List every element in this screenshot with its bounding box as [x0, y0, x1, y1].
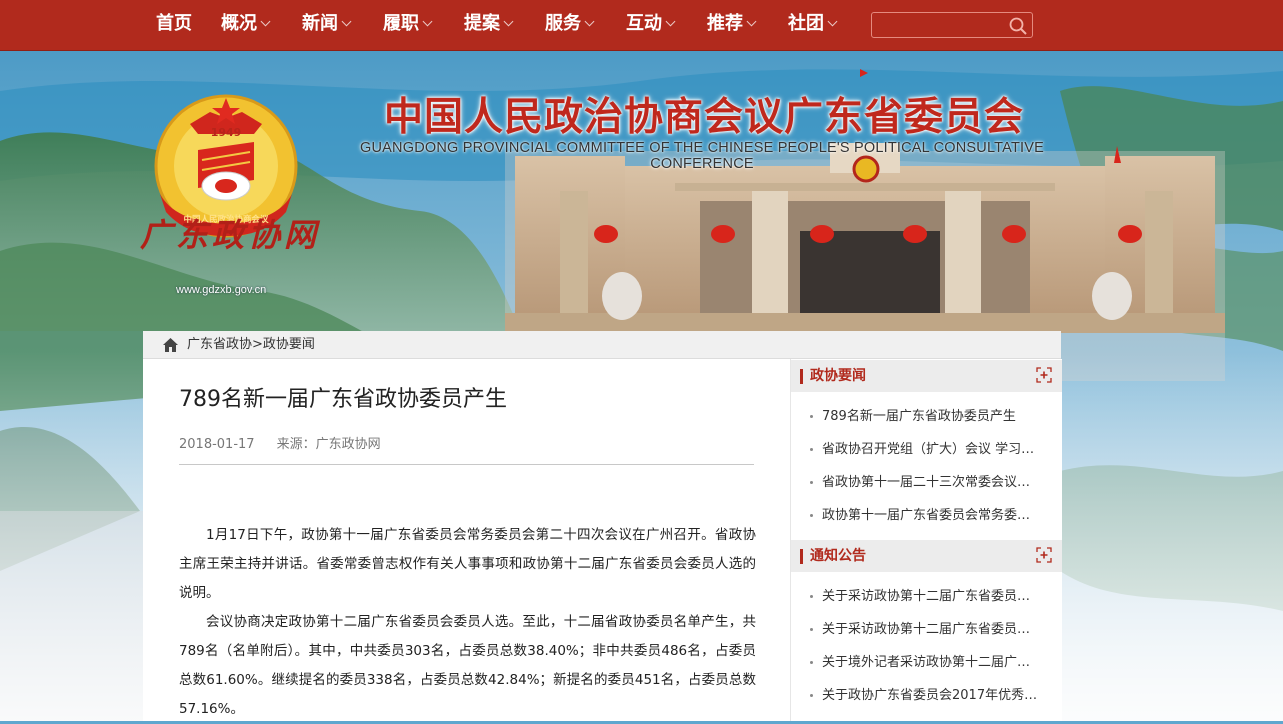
list-item-text: 关于政协广东省委员会2017年优秀… [822, 688, 1038, 703]
nav-item-news[interactable]: 新闻 [302, 0, 352, 50]
nav-label: 提案 [464, 13, 500, 34]
nav-label: 新闻 [302, 13, 338, 34]
nav-label: 服务 [545, 13, 581, 34]
chevron-down-icon [422, 16, 433, 27]
sidebar-news-item[interactable]: 省政协召开党组（扩大）会议 学习… [791, 433, 1062, 466]
chevron-down-icon [827, 16, 838, 27]
nav-item-proposals[interactable]: 提案 [464, 0, 514, 50]
list-item-text: 关于采访政协第十二届广东省委员… [822, 589, 1031, 604]
nav-label: 互动 [626, 13, 662, 34]
bullet-dot [810, 661, 813, 664]
section-accent-bar [800, 369, 803, 384]
list-item-text: 关于境外记者采访政协第十二届广… [822, 655, 1031, 670]
breadcrumb: 广东省政协>政协要闻 [143, 331, 1061, 359]
nav-item-home[interactable]: 首页 [156, 0, 192, 50]
list-item-text: 省政协第十一届二十三次常委会议… [822, 475, 1031, 490]
sidebar-news-item[interactable]: 省政协第十一届二十三次常委会议… [791, 466, 1062, 499]
sidebar-news-item[interactable]: 政协第十一届广东省委员会常务委… [791, 499, 1062, 532]
banner-title-cn: 中国人民政治协商会议广东省委员会 [383, 94, 1024, 140]
nav-label: 社团 [788, 13, 824, 34]
article-title: 789名新一届广东省政协委员产生 [179, 387, 507, 412]
article-paragraph: 1月17日下午，政协第十一届广东省委员会常务委员会第二十四次会议在广州召开。省政… [179, 527, 756, 601]
search-box [871, 12, 1033, 38]
sidebar-section-header-notices: 通知公告 [791, 540, 1062, 572]
list-item-text: 省政协召开党组（扩大）会议 学习… [822, 442, 1035, 457]
top-nav-bar: 首页 概况 新闻 履职 提案 服务 互动 推荐 社团 [0, 0, 1283, 51]
sidebar-section-header-news: 政协要闻 [791, 360, 1062, 392]
sidebar-notice-item[interactable]: 关于政协广东省委员会2017年优秀… [791, 679, 1062, 712]
article-meta: 2018-01-17 来源：广东政协网 [179, 433, 403, 452]
expand-plus-icon[interactable] [1036, 547, 1052, 563]
nav-label: 首页 [156, 13, 192, 34]
bullet-dot [810, 448, 813, 451]
sidebar-section-title: 通知公告 [810, 548, 866, 564]
bullet-dot [810, 415, 813, 418]
bullet-dot [810, 628, 813, 631]
nav-item-duties[interactable]: 履职 [383, 0, 433, 50]
site-logo-text: 广东政协网 [140, 216, 321, 254]
article-source: 来源：广东政协网 [276, 437, 381, 452]
chevron-down-icon [746, 16, 757, 27]
bullet-dot [810, 595, 813, 598]
bullet-dot [810, 514, 813, 517]
site-logo-url: www.gdzxb.gov.cn [176, 284, 267, 296]
sidebar: 政协要闻 789名新一届广东省政协委员产生 省政协召开党组（扩大）会议 学习… … [790, 359, 1062, 721]
breadcrumb-separator: > [252, 337, 263, 352]
breadcrumb-link-gdzx[interactable]: 广东省政协 [187, 337, 252, 352]
article-paragraph: 会议协商决定政协第十二届广东省委员会委员人选。至此，十二届省政协委员名单产生，共… [179, 614, 756, 717]
nav-item-overview[interactable]: 概况 [221, 0, 271, 50]
bullet-dot [810, 694, 813, 697]
nav-item-associations[interactable]: 社团 [788, 0, 838, 50]
nav-item-interaction[interactable]: 互动 [626, 0, 676, 50]
article-panel: 789名新一届广东省政协委员产生 2018-01-17 来源：广东政协网 1月17… [143, 359, 790, 721]
sidebar-news-item[interactable]: 789名新一届广东省政协委员产生 [791, 400, 1062, 433]
breadcrumb-trail: 广东省政协>政协要闻 [187, 331, 315, 359]
emblem-year: 1949 [211, 126, 242, 139]
chevron-down-icon [584, 16, 595, 27]
home-icon[interactable] [163, 338, 178, 352]
sidebar-news-list: 789名新一届广东省政协委员产生 省政协召开党组（扩大）会议 学习… 省政协第十… [791, 400, 1062, 532]
expand-plus-icon[interactable] [1036, 367, 1052, 383]
nav-item-services[interactable]: 服务 [545, 0, 595, 50]
breadcrumb-link-news[interactable]: 政协要闻 [263, 337, 315, 352]
chevron-down-icon [503, 16, 514, 27]
list-item-text: 关于采访政协第十二届广东省委员… [822, 622, 1031, 637]
sidebar-notices-list: 关于采访政协第十二届广东省委员… 关于采访政协第十二届广东省委员… 关于境外记者… [791, 580, 1062, 712]
banner-title-en: GUANGDONG PROVINCIAL COMMITTEE OF THE CH… [360, 140, 1044, 172]
article-body: 1月17日下午，政协第十一届广东省委员会常务委员会第二十四次会议在广州召开。省政… [179, 521, 756, 724]
sidebar-notice-item[interactable]: 关于采访政协第十二届广东省委员… [791, 580, 1062, 613]
sidebar-notice-item[interactable]: 关于采访政协第十二届广东省委员… [791, 613, 1062, 646]
sidebar-section-title: 政协要闻 [810, 368, 866, 384]
list-item-text: 政协第十一届广东省委员会常务委… [822, 508, 1031, 523]
section-accent-bar [800, 549, 803, 564]
nav-label: 履职 [383, 13, 419, 34]
chevron-down-icon [665, 16, 676, 27]
nav-label: 推荐 [707, 13, 743, 34]
nav-item-recommend[interactable]: 推荐 [707, 0, 757, 50]
bullet-dot [810, 481, 813, 484]
search-input[interactable] [876, 15, 1006, 37]
chevron-down-icon [341, 16, 352, 27]
nav-label: 概况 [221, 13, 257, 34]
sidebar-notice-item[interactable]: 关于境外记者采访政协第十二届广… [791, 646, 1062, 679]
article-date: 2018-01-17 [179, 437, 255, 452]
chevron-down-icon [260, 16, 271, 27]
article-divider [179, 464, 754, 465]
list-item-text: 789名新一届广东省政协委员产生 [822, 409, 1016, 424]
search-icon[interactable] [1008, 16, 1028, 36]
